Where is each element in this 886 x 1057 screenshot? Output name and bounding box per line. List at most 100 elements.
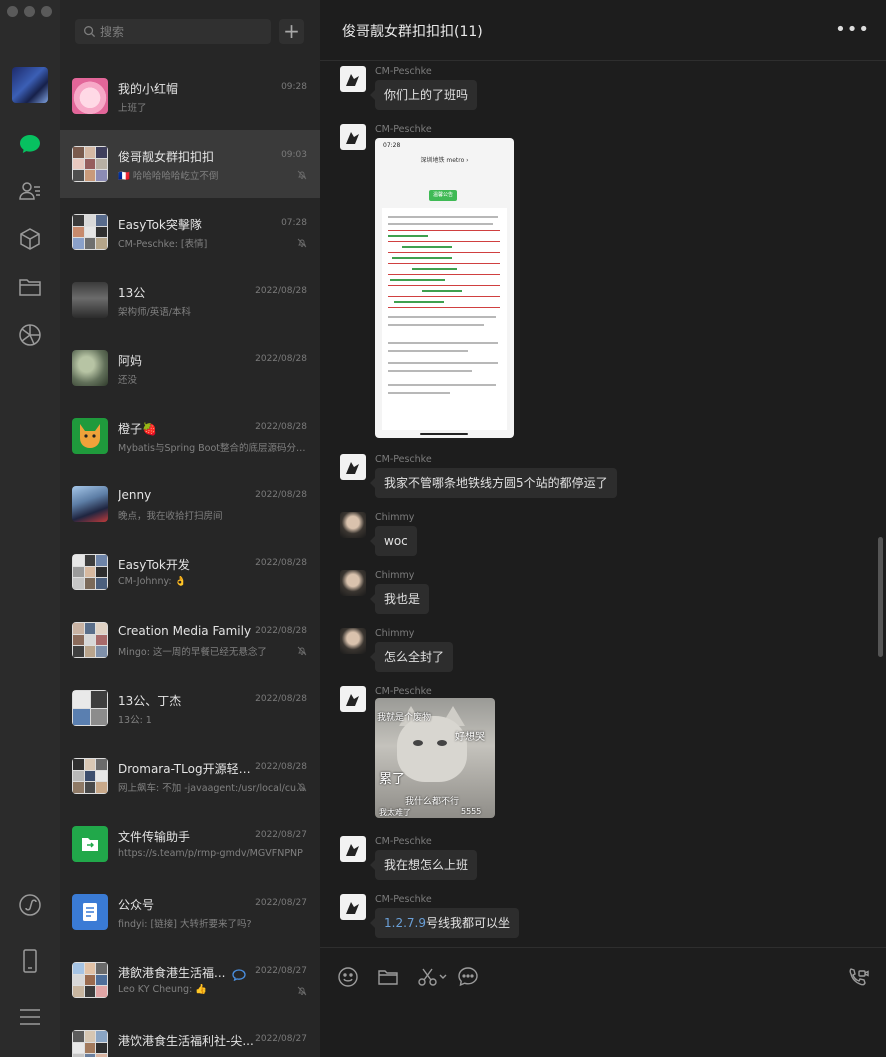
chat-item[interactable]: Jenny 2022/08/28 晚点，我在收拾打扫房间 — [60, 470, 320, 538]
message-bubble[interactable]: 我在想怎么上班 — [369, 850, 478, 880]
chat-item[interactable]: 13公、丁杰 2022/08/28 13公: 1 — [60, 674, 320, 742]
chat-item[interactable]: 俊哥靓女群扣扣扣 09:03 🇫🇷 哈哈哈哈哈屹立不倒 — [60, 130, 320, 198]
chat-avatar — [72, 350, 108, 386]
minimize-window-button[interactable] — [24, 6, 35, 17]
line-number-link[interactable]: 1.2.7.9 — [384, 916, 426, 930]
chat-name: 阿妈 — [118, 354, 143, 368]
mini-programs-icon[interactable] — [15, 890, 45, 920]
chat-name: Creation Media Family — [118, 624, 252, 638]
chat-preview: findyi: [链接] 大转折要来了吗? — [118, 919, 252, 930]
chat-item[interactable]: EasyTok突擊隊 07:28 CM-Peschke: [表情] — [60, 198, 320, 266]
chat-item[interactable]: 我的小红帽 09:28 上班了 — [60, 62, 320, 130]
search-row: + — [60, 0, 320, 62]
chat-item[interactable]: EasyTok开发 2022/08/28 CM-Johnny: 👌 — [60, 538, 320, 606]
message-bubble[interactable]: woc — [370, 526, 417, 556]
sender-name: Chimmy — [375, 512, 415, 523]
sender-avatar[interactable] — [340, 124, 366, 150]
sender-name: Chimmy — [375, 628, 415, 639]
message-bubble[interactable]: 我也是 — [369, 584, 430, 614]
message-bubble[interactable]: 我家不管哪条地铁线方圆5个站的都停运了 — [370, 468, 617, 498]
meme-caption-right: 好想哭 — [455, 732, 485, 743]
sender-name: CM-Peschke — [375, 894, 432, 905]
mute-icon — [297, 238, 307, 248]
chat-avatar — [72, 962, 108, 998]
chat-preview: Mingo: 这一周的早餐已经无悬念了 — [118, 647, 267, 658]
chat-avatar — [72, 78, 108, 114]
metro-notice-image[interactable]: 07:28 深圳地铁 metro › 温馨公告 — [375, 138, 514, 438]
chat-name: 13公 — [118, 286, 146, 300]
chat-icon[interactable] — [15, 129, 45, 159]
search-box[interactable] — [75, 19, 271, 44]
icon-rail — [0, 0, 60, 1057]
phone-status-time: 07:28 — [383, 142, 401, 149]
message-text: 号线我都可以坐 — [425, 916, 510, 930]
chat-preview: 上班了 — [118, 103, 147, 114]
chat-time: 2022/08/27 — [255, 830, 307, 840]
chat-time: 2022/08/28 — [255, 626, 307, 636]
sender-avatar[interactable] — [340, 628, 366, 654]
chat-name: Dromara-TLog开源轻量... — [118, 762, 254, 776]
chat-name: EasyTok开发 — [118, 558, 190, 572]
chat-time: 2022/08/27 — [255, 898, 307, 908]
meme-caption-sound: 5555 — [461, 807, 482, 816]
message-bubble[interactable]: 怎么全封了 — [369, 642, 454, 672]
files-icon[interactable] — [15, 272, 45, 302]
message-bubble[interactable]: 你们上的了班吗 — [369, 80, 478, 110]
chat-time: 2022/08/28 — [255, 354, 307, 364]
chat-preview: 网上飙车: 不加 -javaagent:/usr/local/cu... — [118, 783, 306, 794]
sender-name: Chimmy — [375, 570, 415, 581]
chat-item[interactable]: 阿妈 2022/08/28 还没 — [60, 334, 320, 402]
search-input[interactable] — [100, 24, 260, 39]
chat-list-panel: + 我的小红帽 09:28 上班了 俊哥靓女群扣扣扣 09:03 🇫🇷 哈哈哈哈… — [60, 0, 320, 1057]
chat-history-icon[interactable] — [457, 966, 479, 988]
my-avatar[interactable] — [12, 67, 48, 103]
chat-name: EasyTok突擊隊 — [118, 218, 202, 232]
video-call-icon[interactable] — [847, 966, 869, 988]
moments-icon[interactable] — [15, 320, 45, 350]
chat-name: 我的小红帽 — [118, 82, 179, 96]
add-chat-button[interactable]: + — [279, 19, 304, 44]
chat-item[interactable]: 公众号 2022/08/27 findyi: [链接] 大转折要来了吗? — [60, 878, 320, 946]
chat-preview: 架构师/英语/本科 — [118, 307, 191, 318]
sender-avatar[interactable] — [340, 512, 366, 538]
scissors-icon[interactable] — [417, 966, 449, 988]
collections-icon[interactable] — [15, 224, 45, 254]
sender-name: CM-Peschke — [375, 66, 432, 77]
conversation-title: 俊哥靓女群扣扣扣(11) — [342, 24, 483, 40]
chat-name: 港饮港食生活福利社-尖... — [118, 1034, 254, 1048]
emoji-icon[interactable] — [337, 966, 359, 988]
sender-avatar[interactable] — [340, 686, 366, 712]
chat-item[interactable]: 港飲港食港生活福... 2022/08/27 Leo KY Cheung: 👍 — [60, 946, 320, 1014]
chat-item[interactable]: 橙子🍓 2022/08/28 Mybatis与Spring Boot整合的底层源… — [60, 402, 320, 470]
sender-avatar[interactable] — [340, 66, 366, 92]
chat-item[interactable]: 文件传输助手 2022/08/27 https://s.team/p/rmp-g… — [60, 810, 320, 878]
zoom-window-button[interactable] — [41, 6, 52, 17]
folder-icon[interactable] — [377, 966, 399, 988]
close-window-button[interactable] — [7, 6, 18, 17]
chat-avatar — [72, 1030, 108, 1057]
chat-avatar — [72, 418, 108, 454]
sender-avatar[interactable] — [340, 836, 366, 862]
chat-item[interactable]: Dromara-TLog开源轻量... 2022/08/28 网上飙车: 不加 … — [60, 742, 320, 810]
sender-avatar[interactable] — [340, 570, 366, 596]
chat-item[interactable]: Creation Media Family 2022/08/28 Mingo: … — [60, 606, 320, 674]
more-options-button[interactable]: ••• — [835, 19, 870, 40]
sender-avatar[interactable] — [340, 894, 366, 920]
chat-avatar — [72, 146, 108, 182]
mute-icon — [297, 986, 307, 996]
chat-item[interactable]: 13公 2022/08/28 架构师/英语/本科 — [60, 266, 320, 334]
message-scrollbar[interactable] — [878, 537, 883, 657]
chat-name: Jenny — [118, 488, 152, 502]
sender-avatar[interactable] — [340, 454, 366, 480]
chat-preview: 🇫🇷 哈哈哈哈哈屹立不倒 — [118, 171, 219, 182]
menu-icon[interactable] — [15, 1002, 45, 1032]
chat-preview: 还没 — [118, 375, 138, 386]
message-bubble[interactable]: 1.2.7.9号线我都可以坐 — [370, 908, 519, 938]
chat-item[interactable]: 港饮港食生活福利社-尖... 2022/08/27 — [60, 1014, 320, 1057]
chat-time: 2022/08/28 — [255, 558, 307, 568]
phone-icon[interactable] — [15, 946, 45, 976]
cat-meme-sticker[interactable]: 我就是个废物 好想哭 累了 我什么都不行 我太难了 5555 — [375, 698, 495, 818]
message-list[interactable]: CM-Peschke 你们上的了班吗 CM-Peschke 07:28 深圳地铁… — [320, 61, 886, 947]
contacts-icon[interactable] — [15, 176, 45, 206]
chat-name: 文件传输助手 — [118, 830, 191, 844]
